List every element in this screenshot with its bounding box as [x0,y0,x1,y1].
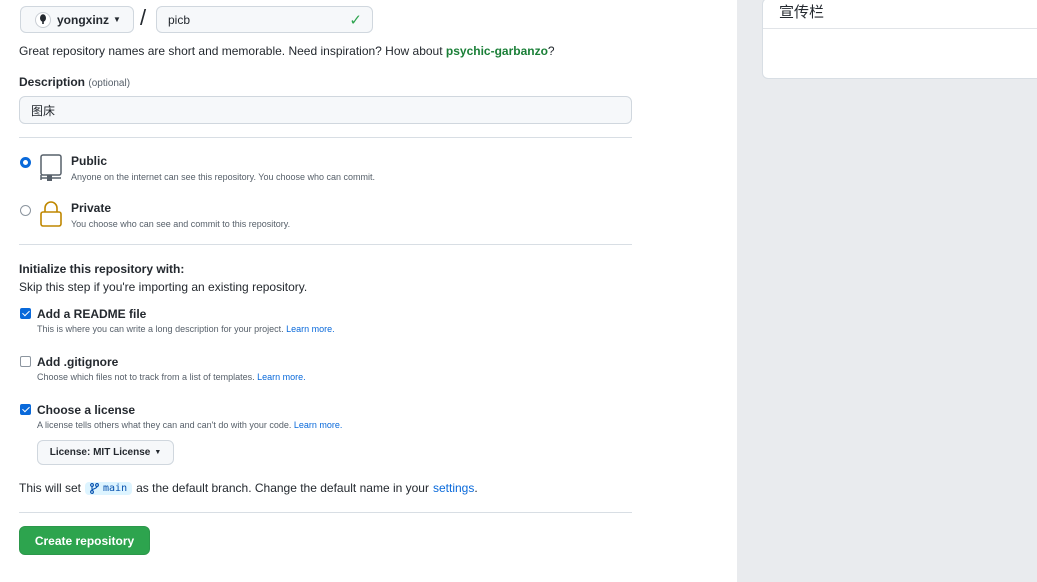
branch-suffix: . [474,481,478,495]
name-hint: Great repository names are short and mem… [19,44,555,58]
gitignore-checkbox[interactable] [20,356,31,367]
branch-middle-text: as the default branch. Change the defaul… [136,481,429,495]
divider [763,28,1037,29]
public-radio[interactable] [20,157,31,168]
owner-avatar [35,11,51,28]
name-suggestion[interactable]: psychic-garbanzo [446,44,548,58]
repository-name-input[interactable]: picb ✓ [156,6,373,33]
private-title: Private [71,201,112,215]
description-label: Description (optional) [19,75,130,89]
sidebar: 宣传栏 [737,0,1037,582]
lock-icon [40,201,62,227]
git-branch-icon [90,482,99,494]
initialize-title: Initialize this repository with: [19,262,185,276]
promo-card: 宣传栏 [762,0,1037,79]
readme-learn-more-link[interactable]: Learn more. [286,324,335,334]
license-note-text: A license tells others what they can and… [37,420,294,430]
check-icon: ✓ [349,12,362,29]
license-checkbox[interactable] [20,404,31,415]
promo-title: 宣传栏 [779,3,825,21]
gitignore-title: Add .gitignore [37,355,119,369]
readme-title: Add a README file [37,307,147,321]
license-select-label: License: MIT License [49,447,151,458]
branch-pill: main [85,481,133,495]
create-repo-form: yongxinz ▼ / picb ✓ Great repository nam… [0,0,737,582]
repo-icon [40,154,62,181]
description-value: 图床 [31,103,56,118]
hint-suffix: ? [547,44,555,58]
default-branch-note: This will set main as the default branch… [19,481,478,495]
readme-checkbox[interactable] [20,308,31,319]
public-title: Public [71,154,108,168]
readme-note: This is where you can write a long descr… [37,324,335,334]
private-note: You choose who can see and commit to thi… [71,219,291,229]
public-note: Anyone on the internet can see this repo… [71,172,376,182]
gitignore-learn-more-link[interactable]: Learn more. [257,372,306,382]
chevron-down-icon: ▼ [154,449,162,456]
divider [19,137,632,138]
private-radio[interactable] [20,205,31,216]
gitignore-note-text: Choose which files not to track from a l… [37,372,258,382]
owner-select[interactable]: yongxinz ▼ [20,6,134,33]
create-repository-button[interactable]: Create repository [19,526,150,555]
chevron-down-icon: ▼ [113,15,121,24]
description-input[interactable]: 图床 [19,96,632,124]
gitignore-note: Choose which files not to track from a l… [37,372,306,382]
initialize-subtitle: Skip this step if you're importing an ex… [19,280,308,294]
owner-name: yongxinz [57,12,110,27]
hint-text: Great repository names are short and mem… [19,44,446,58]
settings-link[interactable]: settings [433,481,474,495]
readme-note-text: This is where you can write a long descr… [37,324,287,334]
owner-repo-separator: / [140,5,147,30]
repository-name-value: picb [168,12,191,27]
branch-prefix: This will set [19,481,82,495]
license-learn-more-link[interactable]: Learn more. [294,420,343,430]
branch-name: main [103,482,128,494]
license-note: A license tells others what they can and… [37,420,342,430]
divider [19,244,632,245]
license-select[interactable]: License: MIT License ▼ [37,440,174,465]
description-label-text: Description [19,75,86,89]
divider [19,512,632,513]
license-title: Choose a license [37,403,136,417]
description-optional: (optional) [88,78,131,89]
